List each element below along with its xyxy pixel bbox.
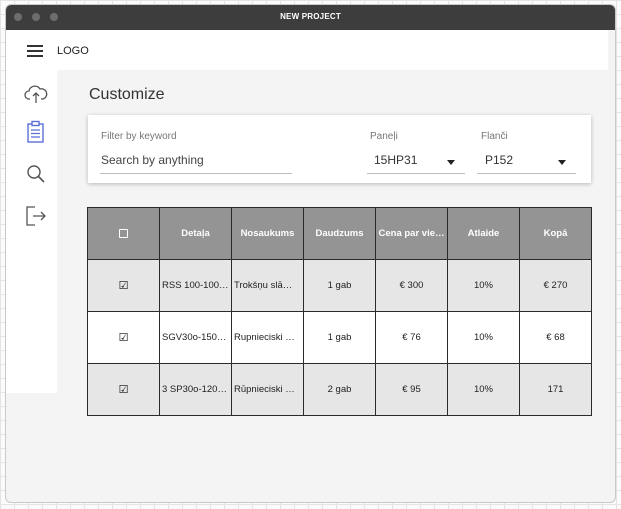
- column-header[interactable]: Detaļa: [159, 207, 232, 260]
- cell-atlaide: 10%: [447, 259, 520, 312]
- flanci-selected-value[interactable]: P152: [485, 153, 513, 167]
- page-title: Customize: [89, 86, 165, 103]
- main-content: Customize Filter by keyword Search by an…: [57, 70, 608, 416]
- select-all-checkbox[interactable]: [119, 228, 128, 238]
- column-header[interactable]: Cena par vie…: [375, 207, 448, 260]
- select-all-header[interactable]: [87, 207, 160, 260]
- cell-nosaukums: Trokšņu slā…: [231, 259, 304, 312]
- cell-daudzums: 1 gab: [303, 259, 376, 312]
- flanci-label: Flanči: [481, 131, 508, 142]
- search-icon[interactable]: [26, 164, 46, 184]
- keyword-filter-label: Filter by keyword: [101, 131, 177, 142]
- clipboard-icon[interactable]: [26, 120, 46, 144]
- table-row[interactable]: ☑ RSS 100-100… Trokšņu slā… 1 gab € 300 …: [87, 259, 592, 312]
- keyword-search-placeholder[interactable]: Search by anything: [101, 153, 204, 167]
- cell-cena: € 300: [375, 259, 448, 312]
- row-checkbox[interactable]: ☑: [119, 280, 129, 292]
- cell-daudzums: 1 gab: [303, 311, 376, 364]
- cell-nosaukums: Rupnieciski …: [231, 311, 304, 364]
- cell-cena: € 76: [375, 311, 448, 364]
- cell-kopa: € 270: [519, 259, 592, 312]
- paneli-dropdown-icon[interactable]: [447, 160, 455, 165]
- cell-cena: € 95: [375, 363, 448, 416]
- keyword-search-input[interactable]: Search by anything: [100, 153, 292, 174]
- cell-detala: 3 SP30o-120…: [159, 363, 232, 416]
- row-checkbox[interactable]: ☑: [119, 332, 129, 344]
- cell-atlaide: 10%: [447, 363, 520, 416]
- flanci-dropdown-icon[interactable]: [558, 160, 566, 165]
- window-title: NEW PROJECT: [280, 12, 341, 21]
- logo: LOGO: [57, 45, 89, 57]
- cell-kopa: € 68: [519, 311, 592, 364]
- table-row[interactable]: ☑ 3 SP30o-120… Rūpnieciski … 2 gab € 95 …: [87, 363, 592, 416]
- parts-table: Detaļa Nosaukums Daudzums Cena par vie… …: [87, 207, 592, 416]
- cell-daudzums: 2 gab: [303, 363, 376, 416]
- filter-panel: Filter by keyword Search by anything Pan…: [88, 115, 591, 183]
- logout-icon[interactable]: [25, 204, 49, 228]
- cell-detala: RSS 100-100…: [159, 259, 232, 312]
- title-bar: NEW PROJECT: [6, 5, 615, 30]
- cell-kopa: 171: [519, 363, 592, 416]
- column-header[interactable]: Daudzums: [303, 207, 376, 260]
- paneli-select[interactable]: 15HP31: [367, 153, 465, 174]
- column-header[interactable]: Atlaide: [447, 207, 520, 260]
- column-header[interactable]: Nosaukums: [231, 207, 304, 260]
- top-navbar: LOGO: [6, 30, 608, 70]
- cell-detala: SGV30o-150…: [159, 311, 232, 364]
- table-header-row: Detaļa Nosaukums Daudzums Cena par vie… …: [87, 207, 592, 260]
- cell-atlaide: 10%: [447, 311, 520, 364]
- paneli-label: Paneļi: [370, 131, 398, 142]
- flanci-select[interactable]: P152: [477, 153, 576, 174]
- cloud-upload-icon[interactable]: [24, 83, 48, 105]
- hamburger-menu-icon[interactable]: [27, 45, 43, 57]
- table-row[interactable]: ☑ SGV30o-150… Rupnieciski … 1 gab € 76 1…: [87, 311, 592, 364]
- row-checkbox[interactable]: ☑: [119, 384, 129, 396]
- sidebar: [6, 70, 57, 393]
- app-window: NEW PROJECT LOGO Customize Filter by key…: [5, 4, 616, 503]
- paneli-selected-value[interactable]: 15HP31: [374, 153, 417, 167]
- cell-nosaukums: Rūpnieciski …: [231, 363, 304, 416]
- column-header[interactable]: Kopā: [519, 207, 592, 260]
